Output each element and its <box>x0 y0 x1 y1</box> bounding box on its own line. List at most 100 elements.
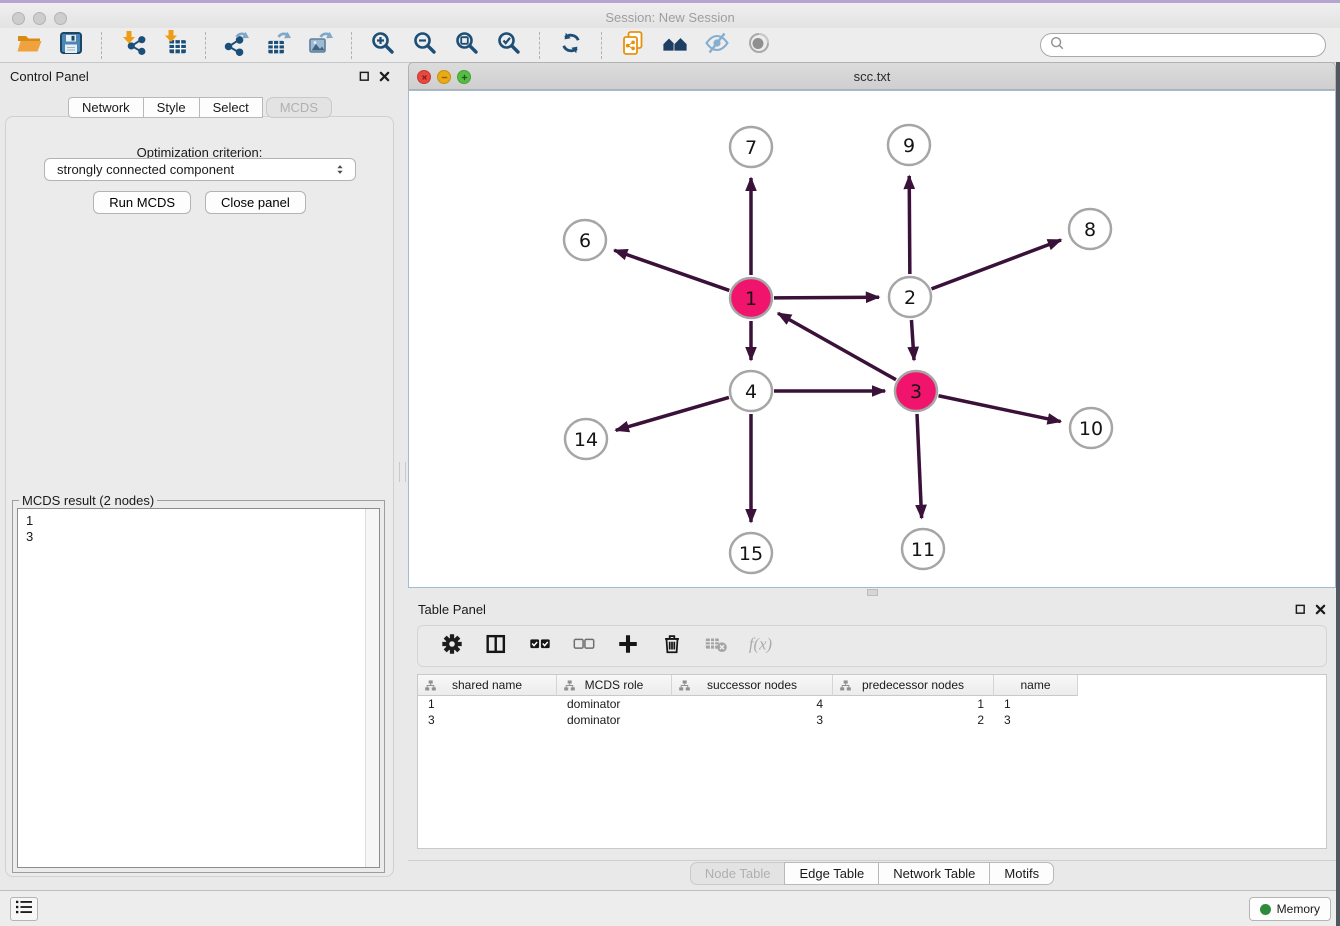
mcds-result-title: MCDS result (2 nodes) <box>19 493 157 508</box>
cell-shared-name[interactable]: 3 <box>418 713 557 727</box>
graph-edge-4-14[interactable] <box>616 397 729 430</box>
close-table-panel-icon[interactable] <box>1315 604 1326 615</box>
toolbar-separator <box>205 32 207 59</box>
run-mcds-button[interactable]: Run MCDS <box>93 191 191 214</box>
close-panel-button[interactable]: Close panel <box>205 191 306 214</box>
export-image-icon <box>308 30 334 61</box>
graph-edge-1-6[interactable] <box>614 250 729 290</box>
tab-node-table[interactable]: Node Table <box>690 862 786 885</box>
graph-edge-3-1[interactable] <box>778 313 896 379</box>
save-session-button[interactable] <box>56 30 86 60</box>
network-window-titlebar[interactable]: scc.txt <box>408 62 1336 90</box>
panel-splitter-handle[interactable] <box>399 462 406 482</box>
float-table-panel-icon[interactable] <box>1295 604 1306 615</box>
search-input[interactable] <box>1069 37 1317 53</box>
graph-node-label-9: 9 <box>903 135 915 157</box>
zoom-fit-icon <box>454 30 480 61</box>
graph-node-label-8: 8 <box>1084 219 1096 241</box>
open-session-button[interactable] <box>14 30 44 60</box>
control-panel-title: Control Panel <box>10 69 89 84</box>
tab-select[interactable]: Select <box>199 97 263 118</box>
tab-motifs[interactable]: Motifs <box>989 862 1054 885</box>
result-scrollbar[interactable] <box>365 509 379 867</box>
deselect-all-checks-button[interactable] <box>569 631 599 661</box>
network-graph[interactable]: 7968124314101511 <box>409 91 1335 587</box>
criterion-dropdown[interactable]: strongly connected component <box>44 158 356 181</box>
cell-predecessor-nodes[interactable]: 2 <box>833 713 994 727</box>
tab-edge-table[interactable]: Edge Table <box>784 862 879 885</box>
graph-edge-3-11[interactable] <box>917 414 922 518</box>
close-panel-icon[interactable] <box>379 71 390 82</box>
select-all-checks-button[interactable] <box>525 631 555 661</box>
zoom-fit-button[interactable] <box>452 30 482 60</box>
import-network-button[interactable] <box>118 30 148 60</box>
table-header-row: shared name MCDS rolesuccessor nodesprede… <box>418 675 1326 696</box>
cell-shared-name[interactable]: 1 <box>418 697 557 711</box>
export-table-button[interactable] <box>264 30 294 60</box>
columns-button[interactable] <box>481 631 511 661</box>
zoom-selected-button[interactable] <box>494 30 524 60</box>
graph-node-label-6: 6 <box>579 230 591 252</box>
cell-name[interactable]: 3 <box>994 713 1078 727</box>
delete-column-icon <box>660 632 684 661</box>
graph-edge-3-10[interactable] <box>939 396 1061 422</box>
table-row[interactable]: 3dominator323 <box>418 712 1326 728</box>
graph-edge-2-8[interactable] <box>932 240 1061 289</box>
clone-network-button[interactable] <box>618 30 648 60</box>
zoom-in-button[interactable] <box>368 30 398 60</box>
task-history-button[interactable] <box>10 897 38 921</box>
table-panel: Table Panel f(x) shared nameMCDS rolesuc… <box>408 596 1336 890</box>
export-network-button[interactable] <box>222 30 252 60</box>
horizontal-splitter[interactable] <box>408 588 1336 596</box>
memory-button[interactable]: Memory <box>1249 897 1331 921</box>
mcds-result-text[interactable]: 13 <box>17 508 380 868</box>
zoom-out-button[interactable] <box>410 30 440 60</box>
result-line: 1 <box>26 513 379 529</box>
network-canvas[interactable]: 7968124314101511 <box>408 90 1336 588</box>
cell-predecessor-nodes[interactable]: 1 <box>833 697 994 711</box>
export-image-button[interactable] <box>306 30 336 60</box>
function-builder-icon: f(x) <box>748 632 772 661</box>
column-header-successor-nodes[interactable]: successor nodes <box>672 675 833 696</box>
refresh-view-icon <box>558 30 584 61</box>
graph-edge-2-9[interactable] <box>909 176 910 274</box>
search-field[interactable] <box>1040 33 1326 57</box>
function-builder-button[interactable]: f(x) <box>745 631 775 661</box>
float-panel-icon[interactable] <box>359 71 370 82</box>
cell-successor-nodes[interactable]: 3 <box>672 713 833 727</box>
delete-table-button[interactable] <box>701 631 731 661</box>
toolbar-separator <box>601 32 603 59</box>
graph-edge-1-2[interactable] <box>774 297 879 298</box>
graph-edge-2-3[interactable] <box>911 320 914 360</box>
column-header-shared-name[interactable]: shared name <box>418 675 557 696</box>
import-table-icon <box>162 30 188 61</box>
column-header-name[interactable]: name <box>994 675 1078 696</box>
column-header-MCDS-role[interactable]: MCDS role <box>557 675 672 696</box>
add-column-button[interactable] <box>613 631 643 661</box>
cell-name[interactable]: 1 <box>994 697 1078 711</box>
show-neighbors-button[interactable] <box>660 30 690 60</box>
hide-selected-button[interactable] <box>702 30 732 60</box>
import-table-button[interactable] <box>160 30 190 60</box>
delete-column-button[interactable] <box>657 631 687 661</box>
table-row[interactable]: 1dominator411 <box>418 696 1326 712</box>
gear-button[interactable] <box>437 631 467 661</box>
cytoscape-app: { "window": {"title": "Session: New Sess… <box>0 0 1340 926</box>
column-header-predecessor-nodes[interactable]: predecessor nodes <box>833 675 994 696</box>
splitter-grip[interactable] <box>867 589 878 596</box>
graph-node-label-1: 1 <box>745 288 757 310</box>
cell-successor-nodes[interactable]: 4 <box>672 697 833 711</box>
add-column-icon <box>616 632 640 661</box>
cell-MCDS-role[interactable]: dominator <box>557 697 672 711</box>
column-label: shared name <box>452 678 522 692</box>
tab-mcds[interactable]: MCDS <box>266 97 332 118</box>
show-hidden-button[interactable] <box>744 30 774 60</box>
tab-style[interactable]: Style <box>143 97 200 118</box>
tab-network-table[interactable]: Network Table <box>878 862 990 885</box>
refresh-view-button[interactable] <box>556 30 586 60</box>
export-network-icon <box>224 30 250 61</box>
column-label: name <box>1020 678 1050 692</box>
cell-MCDS-role[interactable]: dominator <box>557 713 672 727</box>
mcds-result-box: MCDS result (2 nodes) 13 <box>12 500 385 873</box>
tab-network[interactable]: Network <box>68 97 144 118</box>
